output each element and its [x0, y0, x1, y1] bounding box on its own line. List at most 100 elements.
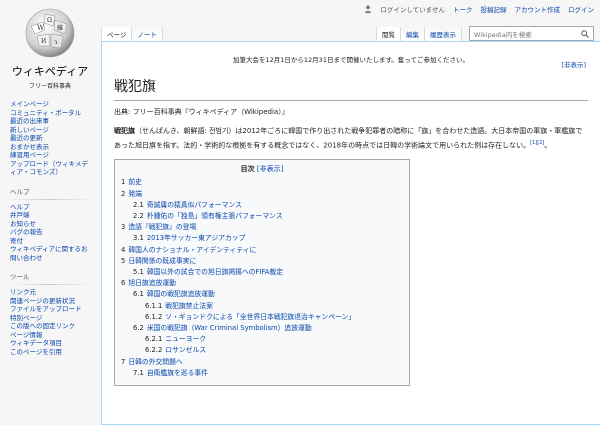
toc-item-text[interactable]: ロサンゼルス — [165, 346, 206, 354]
sidebar-item-donate[interactable]: 寄付 — [10, 237, 92, 246]
sidebar-item-community-portal[interactable]: コミュニティ・ポータル — [10, 109, 92, 118]
toc-item-text[interactable]: 日韓の外交問題へ — [128, 358, 182, 366]
svg-text:W: W — [37, 24, 45, 32]
toc-item[interactable]: 6.2 米国の戦犯旗（War Criminal Symbolism）追放運動 — [121, 323, 403, 334]
site-notice: 加筆大会を12月1日から12月31日まで開催いたします。奮ってご参加ください。 — [233, 56, 469, 64]
toc-item-text[interactable]: 前史 — [128, 178, 142, 186]
tab-page[interactable]: ページ — [101, 27, 133, 41]
site-notice-hide-link[interactable]: [非表示] — [561, 59, 586, 69]
toc-item-text[interactable]: 旭日旗追放運動 — [128, 279, 176, 287]
svg-text:維: 維 — [57, 24, 63, 32]
tab-talk[interactable]: ノート — [131, 27, 163, 41]
search-icon[interactable] — [581, 30, 589, 40]
sidebar-item-help[interactable]: ヘルプ — [10, 203, 92, 212]
svg-text:И: И — [41, 38, 46, 45]
toc-item[interactable]: 3 造語『戦犯旗』の登場 — [121, 222, 403, 233]
sidebar-item-upload-commons[interactable]: アップロード（ウィキメディア・コモンズ） — [10, 160, 92, 177]
toc-item[interactable]: 5 日韓関係の既成事実に — [121, 256, 403, 267]
sidebar-item-random[interactable]: おまかせ表示 — [10, 143, 92, 152]
toc-item-text[interactable]: 造語『戦犯旗』の登場 — [128, 223, 196, 231]
toc-item-text[interactable]: 米国の戦犯旗（War Criminal Symbolism）追放運動 — [147, 324, 312, 332]
sidebar-item-contact[interactable]: ウィキペディアに関するお問い合わせ — [10, 245, 92, 262]
sidebar-navigation: メインページ コミュニティ・ポータル 最近の出来事 新しいページ 最近の更新 お… — [10, 100, 92, 177]
toc-item[interactable]: 1 前史 — [121, 177, 403, 188]
toc-item[interactable]: 2.2 朴鍾佑の「独島」領有権主張パフォーマンス — [121, 211, 403, 222]
toc-item[interactable]: 6.1.2 ソ・ギョンドクによる「全世界日本戦犯旗退治キャンペーン」 — [121, 312, 403, 323]
view-tabs: 閲覧 編集 履歴表示 — [376, 27, 462, 41]
namespace-tabs: ページ ノート — [101, 27, 163, 41]
toc-item-text[interactable]: 自衛艦旗を巡る事件 — [147, 369, 208, 377]
toc-item-number: 6.2.1 — [145, 335, 163, 344]
sidebar-item-wikidata[interactable]: ウィキデータ項目 — [10, 339, 92, 348]
toc-item[interactable]: 2 発端 — [121, 189, 403, 200]
sidebar-item-cite[interactable]: このページを引用 — [10, 348, 92, 357]
toc-item-text[interactable]: ソ・ギョンドクによる「全世界日本戦犯旗退治キャンペーン」 — [165, 313, 355, 321]
toc-item-text[interactable]: 韓国の戦犯旗追放運動 — [147, 290, 215, 298]
login-link[interactable]: ログイン — [568, 4, 594, 14]
toc-item-text[interactable]: 戦犯旗禁止法案 — [165, 302, 213, 310]
sidebar-item-bug-report[interactable]: バグの報告 — [10, 228, 92, 237]
toc-item[interactable]: 3.1 2013年サッカー東アジアカップ — [121, 233, 403, 244]
sidebar-item-main-page[interactable]: メインページ — [10, 100, 92, 109]
contributions-link[interactable]: 投稿記録 — [481, 4, 507, 14]
sidebar-item-special-pages[interactable]: 特別ページ — [10, 314, 92, 323]
toc-item[interactable]: 5.1 韓国以外の試合での旭日旗掲揚へのFIFA裁定 — [121, 267, 403, 278]
sidebar-item-upload-file[interactable]: ファイルをアップロード — [10, 305, 92, 314]
sidebar-item-recent-changes[interactable]: 最近の更新 — [10, 134, 92, 143]
toc-item-text[interactable]: 朴鍾佑の「独島」領有権主張パフォーマンス — [147, 212, 283, 220]
create-account-link[interactable]: アカウント作成 — [515, 4, 561, 14]
sidebar-tools: ツール リンク元 関連ページの更新状況 ファイルをアップロード 特別ページ この… — [10, 271, 92, 356]
toc-item-text[interactable]: 韓国人のナショナル・アイデンティティに — [128, 246, 256, 254]
toc-item-number: 4 — [121, 245, 126, 254]
toc-item-text[interactable]: 発端 — [128, 190, 142, 198]
search-input[interactable]: Wikipedia内を検索 — [474, 29, 532, 39]
lead-references[interactable]: [1][2] — [530, 140, 544, 146]
toc-item-number: 6.2.2 — [145, 346, 163, 355]
site-logo[interactable]: W Ω 維 И ว ウィキペディア フリー百科事典 — [0, 0, 100, 90]
toc-item-number: 6.1.2 — [145, 312, 163, 321]
sidebar-item-permanent-link[interactable]: この版への固定リンク — [10, 322, 92, 331]
personal-tools: ログインしていません トーク 投稿記録 アカウント作成 ログイン — [364, 4, 594, 14]
logo-tagline: フリー百科事典 — [28, 83, 71, 90]
wikipedia-globe-icon: W Ω 維 И ว — [25, 8, 75, 58]
svg-text:ว: ว — [54, 39, 57, 46]
lead-paragraph: 戦犯旗（せんぱんき、朝鮮語: 전범기）は2012年ごろに韓国で作り出された戦争犯… — [114, 125, 586, 151]
toc-item[interactable]: 6.2.1 ニューヨーク — [121, 334, 403, 345]
toc-toggle-link[interactable]: [非表示] — [257, 165, 283, 173]
toc-item-number: 2.1 — [133, 200, 144, 209]
tab-read[interactable]: 閲覧 — [376, 27, 401, 41]
toc-item-text[interactable]: 2013年サッカー東アジアカップ — [147, 234, 246, 242]
toc-item[interactable]: 4 韓国人のナショナル・アイデンティティに — [121, 245, 403, 256]
toc-item-number: 6.1 — [133, 290, 144, 299]
toc-list: 1 前史 2 発端 2.1 奇誠庸の猿真似パフォーマンス 2.2 朴鍾佑の「独島」領有権主張パ… — [121, 177, 403, 379]
sidebar-item-page-info[interactable]: ページ情報 — [10, 331, 92, 340]
page-tagline: 出典: フリー百科事典『ウィキペディア（Wikipedia）』 — [114, 108, 289, 116]
toc-item[interactable]: 6.2.2 ロサンゼルス — [121, 345, 403, 356]
sidebar-item-sandbox[interactable]: 練習用ページ — [10, 151, 92, 160]
tab-history[interactable]: 履歴表示 — [424, 27, 462, 41]
sidebar-item-what-links-here[interactable]: リンク元 — [10, 288, 92, 297]
toc-item-number: 1 — [121, 178, 126, 187]
sidebar-item-announcements[interactable]: お知らせ — [10, 220, 92, 229]
sidebar-item-new-pages[interactable]: 新しいページ — [10, 126, 92, 135]
toc-item-number: 3.1 — [133, 234, 144, 243]
toc-item[interactable]: 6.1.1 戦犯旗禁止法案 — [121, 301, 403, 312]
sidebar-item-village-pump[interactable]: 井戸端 — [10, 211, 92, 220]
toc-item[interactable]: 2.1 奇誠庸の猿真似パフォーマンス — [121, 200, 403, 211]
toc-item-text[interactable]: 奇誠庸の猿真似パフォーマンス — [147, 201, 242, 209]
sidebar-divider — [10, 198, 92, 200]
tab-edit[interactable]: 編集 — [400, 27, 425, 41]
toc-item[interactable]: 6 旭日旗追放運動 — [121, 278, 403, 289]
sidebar-tools-title: ツール — [10, 273, 30, 281]
search-box[interactable]: Wikipedia内を検索 — [469, 26, 594, 41]
toc-item-text[interactable]: 日韓関係の既成事実に — [128, 257, 196, 265]
toc-item-text[interactable]: 韓国以外の試合での旭日旗掲揚へのFIFA裁定 — [147, 268, 283, 276]
toc-item-number: 2 — [121, 189, 126, 198]
toc-item[interactable]: 7 日韓の外交問題へ — [121, 357, 403, 368]
toc-item[interactable]: 7.1 自衛艦旗を巡る事件 — [121, 368, 403, 379]
talk-link[interactable]: トーク — [453, 4, 473, 14]
sidebar-item-current-events[interactable]: 最近の出来事 — [10, 117, 92, 126]
toc-item-text[interactable]: ニューヨーク — [165, 335, 206, 343]
sidebar-item-related-changes[interactable]: 関連ページの更新状況 — [10, 297, 92, 306]
toc-item[interactable]: 6.1 韓国の戦犯旗追放運動 — [121, 289, 403, 300]
